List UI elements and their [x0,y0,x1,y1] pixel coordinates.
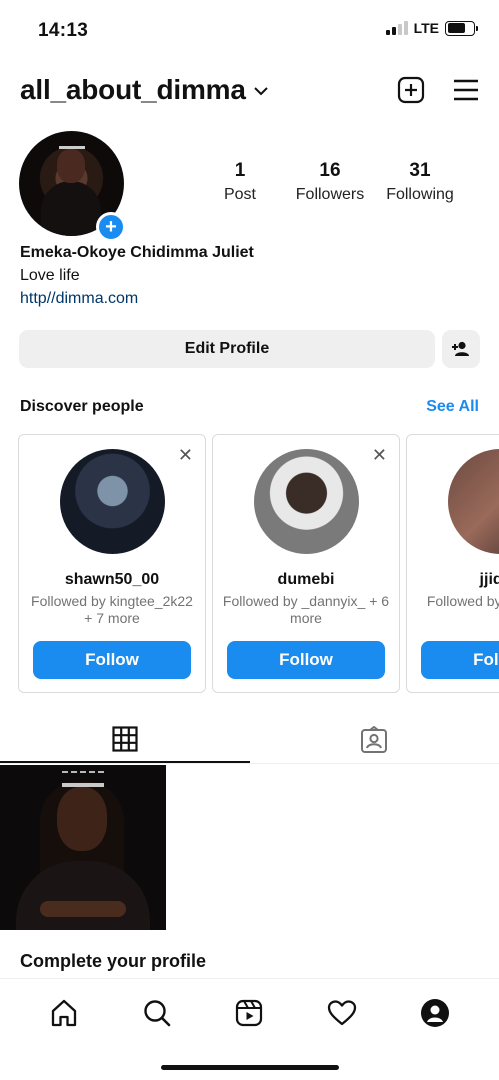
profile-bio: Emeka-Okoye Chidimma Juliet Love life ht… [20,244,254,308]
add-person-icon [452,341,469,356]
post-thumbnail[interactable] [0,765,166,930]
suggestion-username[interactable]: shawn50_00 [19,571,205,589]
profile-avatar[interactable]: + [19,131,126,242]
bio-link[interactable]: http//dimma.com [20,290,254,308]
tagged-icon [361,725,388,753]
profile-tabs [0,716,499,764]
chevron-down-icon[interactable] [254,83,268,101]
followers-count[interactable]: 16 Followers [285,160,375,204]
home-icon[interactable] [44,993,84,1033]
stat-label: Post [223,186,256,203]
follow-button[interactable]: Follow [33,641,191,679]
following-count[interactable]: 31 Following [375,160,465,204]
suggestion-avatar[interactable] [254,449,359,554]
suggestion-card[interactable]: ✕ dumebi Followed by _dannyix_ + 6 more … [212,434,400,693]
suggestion-card[interactable]: ✕ jjidea Followed by kingtee_2k Follow [406,434,499,693]
status-time: 14:13 [38,20,89,41]
suggestion-username[interactable]: jjidea [407,571,499,589]
reels-icon[interactable] [229,993,269,1033]
battery-icon [445,20,478,36]
suggestion-followed-by: Followed by _dannyix_ + 6 more [222,593,390,626]
stat-value: 1 [234,160,246,181]
bottom-nav [0,978,499,1080]
stat-value: 16 [319,160,341,181]
profile-actions: Edit Profile [19,330,480,368]
status-bar: 14:13 LTE [0,0,499,60]
status-indicators: LTE [385,20,478,36]
stat-label: Followers [295,186,365,203]
menu-icon[interactable] [453,79,479,101]
suggestion-followed-by: Followed by kingtee_2k [426,593,499,609]
suggestion-avatar[interactable] [60,449,165,554]
suggestion-followed-by: Followed by kingtee_2k22 + 7 more [31,593,193,626]
profile-header: all_about_dimma [20,68,479,112]
tab-tagged[interactable] [250,716,499,763]
stat-label: Following [386,186,454,203]
edit-profile-button[interactable]: Edit Profile [19,330,435,368]
see-all-link[interactable]: See All [426,398,479,416]
close-icon[interactable]: ✕ [372,445,387,466]
follow-button[interactable]: Follow [227,641,385,679]
close-icon[interactable]: ✕ [178,445,193,466]
tab-posts-grid[interactable] [0,716,250,763]
search-icon[interactable] [137,993,177,1033]
follow-button[interactable]: Follow [421,641,499,679]
activity-icon[interactable] [322,993,362,1033]
posts-count[interactable]: 1 Post [195,160,285,204]
bio-text: Love life [20,267,80,284]
display-name: Emeka-Okoye Chidimma Juliet [20,244,254,261]
home-indicator [161,1065,339,1070]
discover-header: Discover people See All [20,398,479,416]
stat-value: 31 [409,160,431,181]
profile-stats: 1 Post 16 Followers 31 Following [195,160,465,204]
discover-cards[interactable]: ✕ shawn50_00 Followed by kingtee_2k22 + … [18,434,499,694]
network-label: LTE [413,20,439,36]
suggestion-username[interactable]: dumebi [213,571,399,589]
complete-profile-heading: Complete your profile [20,951,207,971]
account-username[interactable]: all_about_dimma [20,74,246,106]
suggestion-avatar[interactable] [448,449,499,554]
new-post-icon[interactable] [397,76,425,104]
signal-icon [385,21,408,35]
profile-icon[interactable] [415,993,455,1033]
add-story-icon[interactable]: + [96,212,126,242]
suggestion-card[interactable]: ✕ shawn50_00 Followed by kingtee_2k22 + … [18,434,206,693]
discover-people-button[interactable] [442,330,480,368]
discover-title: Discover people [20,398,144,415]
grid-icon [112,725,138,752]
